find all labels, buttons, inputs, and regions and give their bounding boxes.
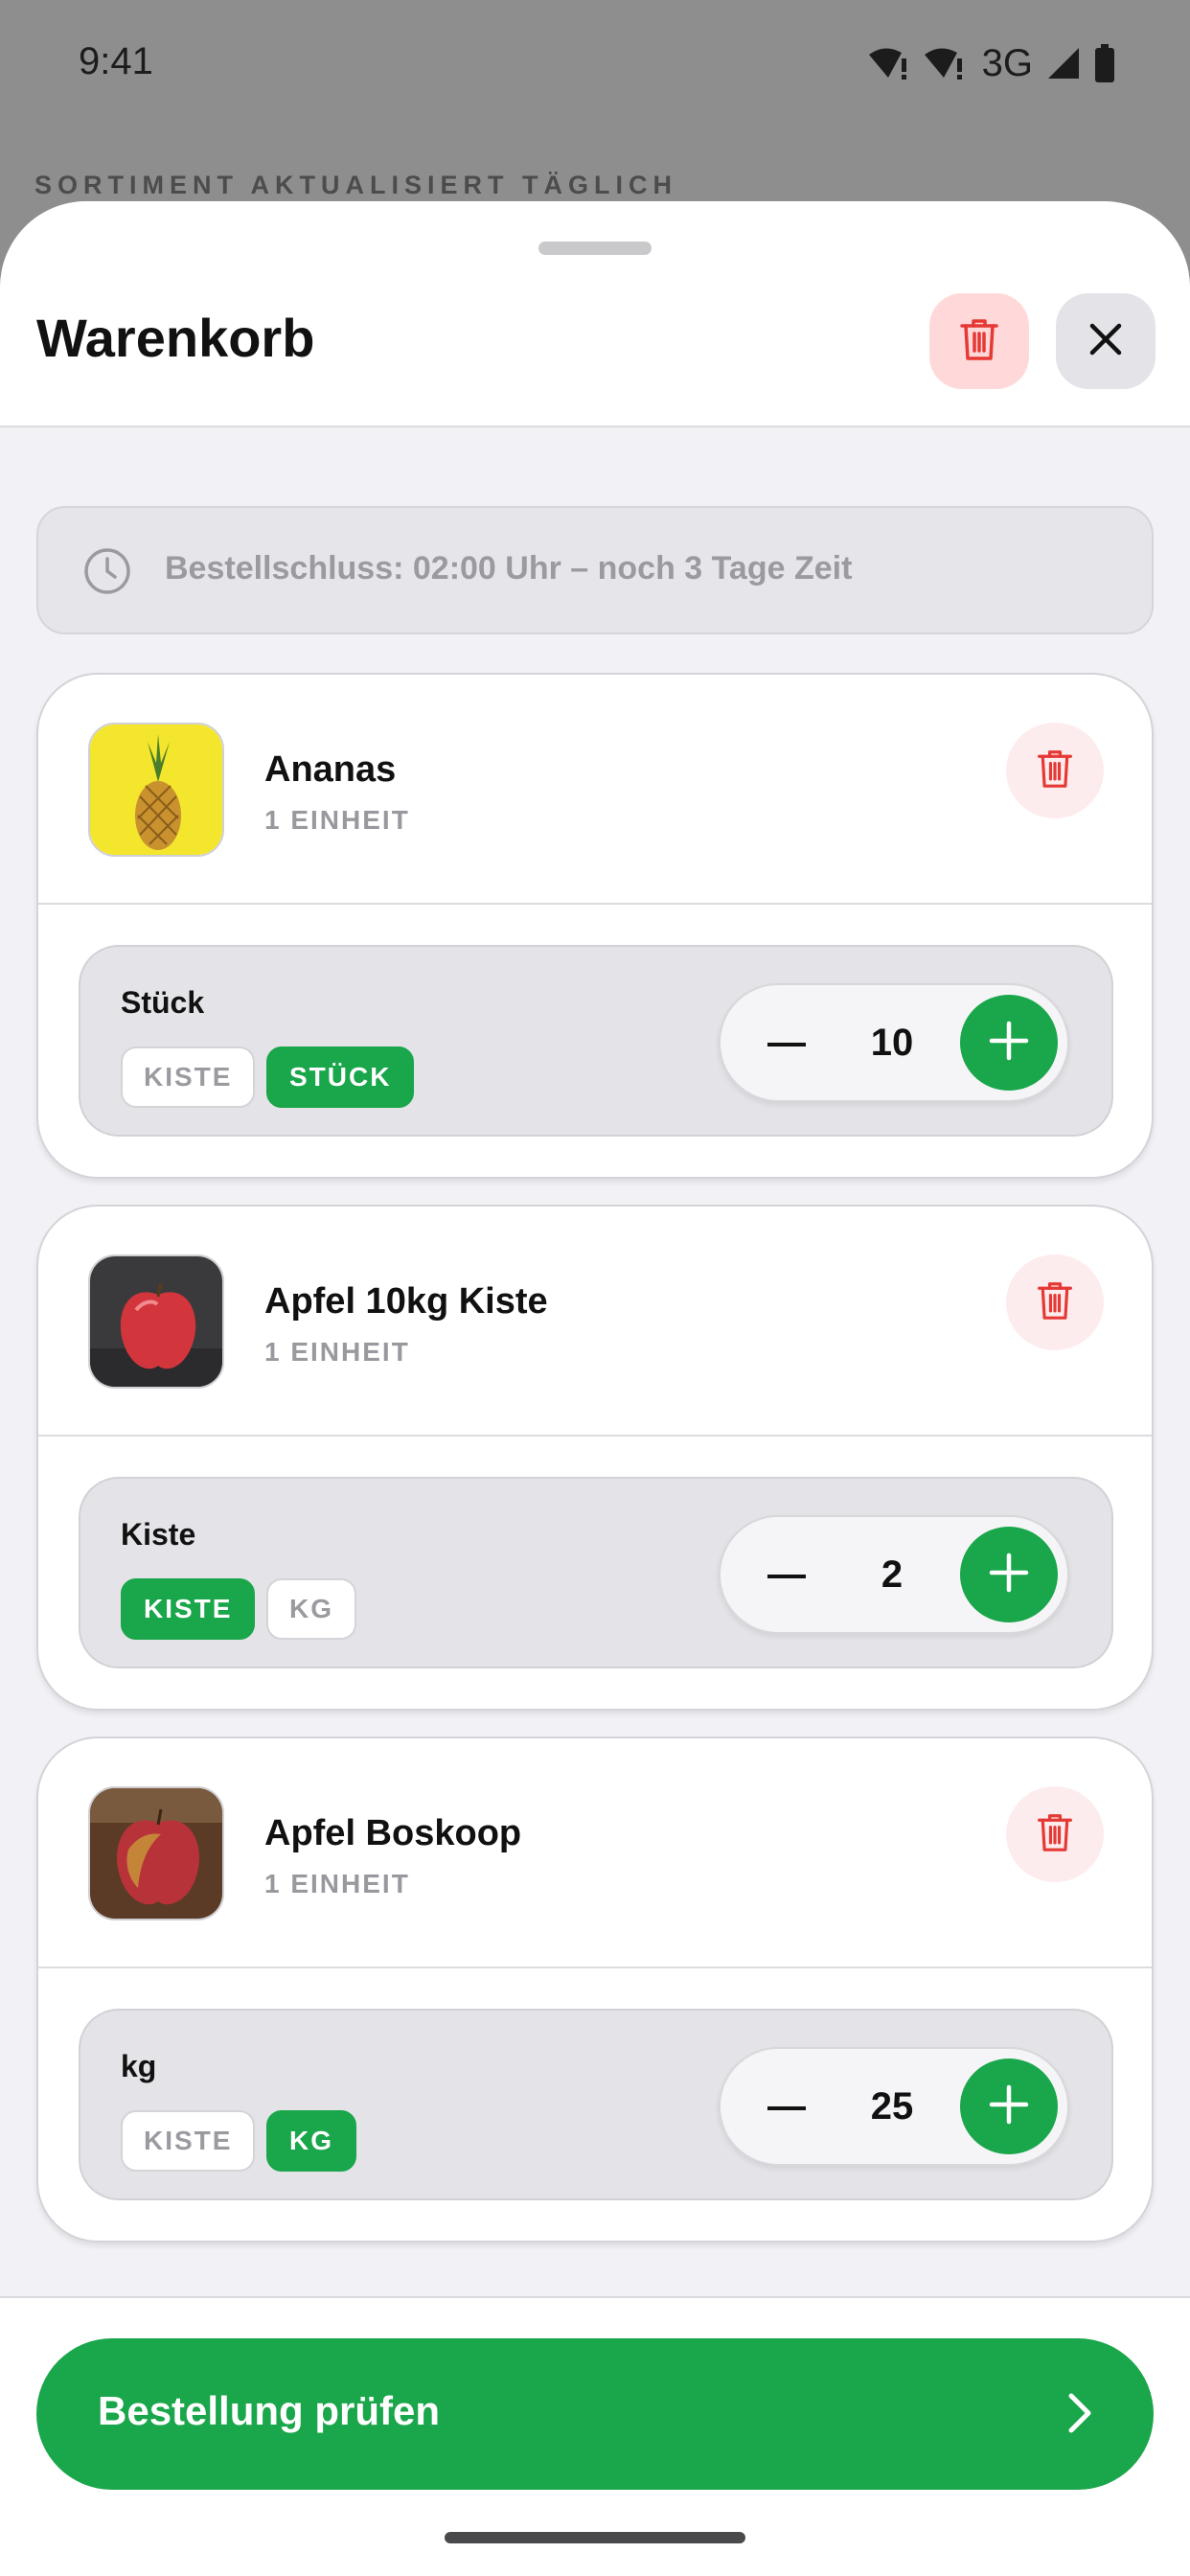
quantity-value: 25 xyxy=(870,2085,914,2128)
unit-selector-panel: kg KISTE KG 25 xyxy=(79,2009,1113,2200)
item-name: Apfel Boskoop xyxy=(264,1813,522,1853)
item-name: Apfel 10kg Kiste xyxy=(264,1281,548,1322)
plus-icon xyxy=(989,1552,1029,1598)
minus-icon xyxy=(767,1035,806,1052)
cart-item: Apfel Boskoop 1 EINHEIT kg KISTE KG 25 xyxy=(36,1736,1154,2242)
increment-button[interactable] xyxy=(960,995,1058,1091)
review-order-label: Bestellung prüfen xyxy=(98,2388,441,2433)
wifi-alert-icon xyxy=(923,45,965,81)
unit-chip-kiste[interactable]: KISTE xyxy=(121,1578,256,1640)
review-order-button[interactable]: Bestellung prüfen xyxy=(36,2338,1154,2490)
plus-icon xyxy=(989,2084,1029,2129)
status-icons: 3G xyxy=(867,42,1115,84)
unit-chip-kiste[interactable]: KISTE xyxy=(121,1046,256,1108)
decrement-button[interactable] xyxy=(753,1010,820,1077)
clear-cart-button[interactable] xyxy=(929,293,1029,389)
cart-item-header: Apfel Boskoop 1 EINHEIT xyxy=(38,1738,1152,1968)
cart-item: Apfel 10kg Kiste 1 EINHEIT Kiste KISTE K… xyxy=(36,1205,1154,1711)
unit-label: Kiste xyxy=(121,1517,196,1552)
pineapple-image xyxy=(88,723,224,857)
home-indicator[interactable] xyxy=(445,2532,745,2543)
unit-chip-stueck[interactable]: STÜCK xyxy=(266,1046,415,1108)
unit-selector-panel: Kiste KISTE KG 2 xyxy=(79,1477,1113,1668)
status-time: 9:41 xyxy=(79,40,153,82)
unit-chip-kg[interactable]: KG xyxy=(266,1578,356,1640)
signal-icon xyxy=(1046,46,1081,80)
cart-sheet: Warenkorb Bestellschluss: 02:00 Uhr – no… xyxy=(0,201,1190,2576)
minus-icon xyxy=(767,1567,806,1584)
trash-icon xyxy=(1036,748,1074,794)
boskoop-apple-image xyxy=(88,1786,224,1920)
sheet-footer: Bestellung prüfen xyxy=(0,2296,1190,2576)
trash-icon xyxy=(1036,1279,1074,1326)
minus-icon xyxy=(767,2099,806,2116)
item-quantity-summary: 1 EINHEIT xyxy=(264,1337,410,1367)
cart-item-header: Ananas 1 EINHEIT xyxy=(38,675,1152,905)
cart-item: Ananas 1 EINHEIT Stück KISTE STÜCK 10 xyxy=(36,673,1154,1179)
unit-selector-panel: Stück KISTE STÜCK 10 xyxy=(79,945,1113,1137)
battery-icon xyxy=(1094,44,1115,82)
wifi-alert-icon xyxy=(867,45,909,81)
backdrop-caption: SORTIMENT AKTUALISIERT TÄGLICH xyxy=(34,171,677,199)
chevron-right-icon xyxy=(1065,2390,1094,2441)
unit-chip-kiste[interactable]: KISTE xyxy=(121,2110,256,2172)
quantity-stepper: 25 xyxy=(719,2047,1069,2166)
decrement-button[interactable] xyxy=(753,1542,820,1609)
item-quantity-summary: 1 EINHEIT xyxy=(264,805,410,835)
item-name: Ananas xyxy=(264,749,397,790)
plus-icon xyxy=(989,1021,1029,1066)
quantity-value: 2 xyxy=(881,1553,904,1596)
remove-item-button[interactable] xyxy=(1006,1254,1104,1350)
trash-icon xyxy=(1036,1811,1074,1858)
quantity-stepper: 10 xyxy=(719,983,1069,1102)
increment-button[interactable] xyxy=(960,2058,1058,2154)
increment-button[interactable] xyxy=(960,1527,1058,1622)
quantity-stepper: 2 xyxy=(719,1515,1069,1634)
cart-item-header: Apfel 10kg Kiste 1 EINHEIT xyxy=(38,1207,1152,1437)
unit-label: kg xyxy=(121,2049,157,2083)
close-button[interactable] xyxy=(1056,293,1156,389)
order-deadline-banner: Bestellschluss: 02:00 Uhr – noch 3 Tage … xyxy=(36,506,1154,634)
sheet-grabber[interactable] xyxy=(538,242,652,255)
deadline-text: Bestellschluss: 02:00 Uhr – noch 3 Tage … xyxy=(165,550,853,586)
remove-item-button[interactable] xyxy=(1006,1786,1104,1882)
sheet-header: Warenkorb xyxy=(0,201,1190,427)
clock-icon xyxy=(82,546,132,601)
trash-icon xyxy=(958,316,1000,367)
quantity-value: 10 xyxy=(870,1022,914,1064)
close-icon xyxy=(1088,322,1123,361)
remove-item-button[interactable] xyxy=(1006,723,1104,818)
unit-label: Stück xyxy=(121,985,205,1020)
network-type: 3G xyxy=(981,41,1033,84)
status-bar: 9:41 3G xyxy=(0,0,1190,129)
decrement-button[interactable] xyxy=(753,2074,820,2141)
red-apple-image xyxy=(88,1254,224,1389)
page-title: Warenkorb xyxy=(36,308,315,368)
unit-chip-kg[interactable]: KG xyxy=(266,2110,356,2172)
item-quantity-summary: 1 EINHEIT xyxy=(264,1869,410,1898)
